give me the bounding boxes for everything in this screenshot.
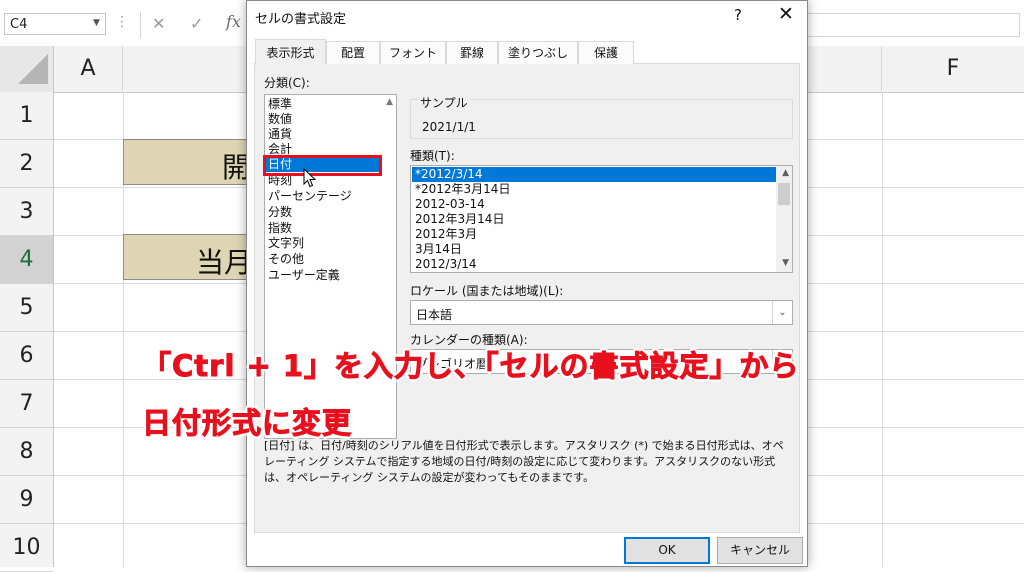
cell-b4-text: 当月 bbox=[196, 246, 253, 279]
divider bbox=[140, 12, 141, 38]
list-item[interactable]: パーセンテージ bbox=[268, 189, 352, 204]
scroll-up-icon[interactable]: ▲ bbox=[782, 168, 789, 178]
more-dots-icon: ⋮ bbox=[115, 14, 130, 30]
enter-entry-icon[interactable]: ✓ bbox=[190, 14, 203, 33]
tab-border[interactable]: 罫線 bbox=[446, 41, 498, 64]
category-label: 分類(C): bbox=[264, 76, 310, 90]
chevron-down-icon[interactable]: ⌄ bbox=[772, 301, 792, 324]
dialog-title: セルの書式設定 bbox=[255, 12, 347, 27]
list-item[interactable]: ユーザー定義 bbox=[268, 268, 340, 283]
list-item[interactable]: 通貨 bbox=[268, 127, 292, 142]
name-box-value: C4 bbox=[10, 17, 28, 32]
category-scrollbar[interactable]: ▲ bbox=[380, 95, 396, 438]
column-header-e[interactable] bbox=[808, 46, 882, 92]
row-header-9[interactable]: 9 bbox=[0, 476, 53, 524]
close-button[interactable]: ✕ bbox=[778, 3, 794, 25]
list-item[interactable]: 2012年3月 bbox=[415, 227, 477, 242]
list-item[interactable]: 2012年3月14日 bbox=[415, 212, 504, 227]
scroll-up-icon[interactable]: ▲ bbox=[386, 97, 393, 107]
type-list[interactable]: *2012/3/14 *2012年3月14日 2012-03-14 2012年3… bbox=[410, 165, 793, 273]
row-header-1[interactable]: 1 bbox=[0, 92, 53, 140]
list-item[interactable]: 3月14日 bbox=[415, 242, 462, 257]
chevron-down-icon[interactable]: ▼ bbox=[93, 18, 100, 28]
row-header-2[interactable]: 2 bbox=[0, 140, 53, 188]
name-box[interactable]: C4 ▼ bbox=[4, 13, 106, 35]
tab-alignment[interactable]: 配置 bbox=[326, 41, 380, 64]
locale-select[interactable]: 日本語 ⌄ bbox=[410, 300, 793, 325]
column-header-b[interactable] bbox=[123, 46, 253, 92]
scroll-thumb[interactable] bbox=[778, 183, 790, 205]
sample-value: 2021/1/1 bbox=[422, 120, 476, 134]
insert-function-icon[interactable]: fx bbox=[226, 12, 241, 31]
row-header-10[interactable]: 10 bbox=[0, 524, 53, 572]
row-header-6[interactable]: 6 bbox=[0, 332, 53, 380]
scroll-down-icon[interactable]: ▼ bbox=[782, 258, 789, 268]
cancel-button[interactable]: キャンセル bbox=[717, 537, 803, 564]
list-item[interactable]: 分数 bbox=[268, 205, 292, 220]
locale-value: 日本語 bbox=[416, 308, 453, 322]
locale-label: ロケール (国または地域)(L): bbox=[410, 284, 564, 298]
tab-number-format[interactable]: 表示形式 bbox=[255, 39, 326, 65]
category-list[interactable]: 標準 数値 通貨 会計 日付 時刻 パーセンテージ 分数 指数 文字列 その他 … bbox=[264, 94, 397, 439]
list-item[interactable]: 文字列 bbox=[268, 236, 304, 251]
annotation-highlight-box bbox=[263, 155, 382, 176]
cell-b4[interactable]: 当月 bbox=[123, 234, 253, 280]
column-header-a[interactable]: A bbox=[54, 46, 123, 92]
list-item[interactable]: その他 bbox=[268, 252, 304, 267]
list-item[interactable]: 2012/3/14 bbox=[415, 257, 477, 272]
list-item[interactable]: 数値 bbox=[268, 112, 292, 127]
list-item[interactable]: 指数 bbox=[268, 221, 292, 236]
row-header-8[interactable]: 8 bbox=[0, 428, 53, 476]
list-item[interactable]: 2012-03-14 bbox=[415, 197, 485, 212]
column-header-f[interactable]: F bbox=[882, 46, 1024, 92]
format-description: [日付] は、日付/時刻のシリアル値を日付形式で表示します。アスタリスク (*)… bbox=[264, 439, 784, 484]
row-header-3[interactable]: 3 bbox=[0, 188, 53, 236]
select-all-icon bbox=[18, 54, 48, 84]
row-header-7[interactable]: 7 bbox=[0, 380, 53, 428]
cancel-entry-icon[interactable]: ✕ bbox=[152, 14, 165, 33]
tab-protection[interactable]: 保護 bbox=[578, 41, 634, 64]
row-header-4[interactable]: 4 bbox=[0, 236, 53, 284]
row-header-5[interactable]: 5 bbox=[0, 284, 53, 332]
tab-font[interactable]: フォント bbox=[380, 41, 446, 64]
mouse-pointer-icon bbox=[303, 168, 317, 188]
row-header-bar: 1 2 3 4 5 6 7 8 9 10 bbox=[0, 92, 54, 572]
format-cells-dialog: セルの書式設定 ? ✕ 表示形式 配置 フォント 罫線 塗りつぶし 保護 分類(… bbox=[246, 0, 808, 567]
tutorial-caption-line-2: 日付形式に変更 bbox=[141, 406, 353, 441]
tab-fill[interactable]: 塗りつぶし bbox=[498, 41, 578, 64]
cell-b2[interactable]: 開 bbox=[123, 139, 253, 185]
type-label: 種類(T): bbox=[410, 149, 455, 163]
list-item-selected[interactable]: *2012/3/14 bbox=[415, 167, 483, 182]
list-item[interactable]: 標準 bbox=[268, 97, 292, 112]
help-button[interactable]: ? bbox=[734, 6, 742, 24]
type-scrollbar[interactable]: ▲ ▼ bbox=[776, 166, 792, 272]
list-item[interactable]: *2012年3月14日 bbox=[415, 182, 510, 197]
sample-label: サンプル bbox=[418, 94, 470, 111]
grid-line bbox=[882, 92, 883, 567]
select-all-button[interactable] bbox=[0, 46, 54, 92]
ok-button[interactable]: OK bbox=[624, 537, 710, 564]
tutorial-caption-line-1: 「Ctrl + 1」を入力し、「セルの書式設定」から bbox=[142, 349, 800, 384]
